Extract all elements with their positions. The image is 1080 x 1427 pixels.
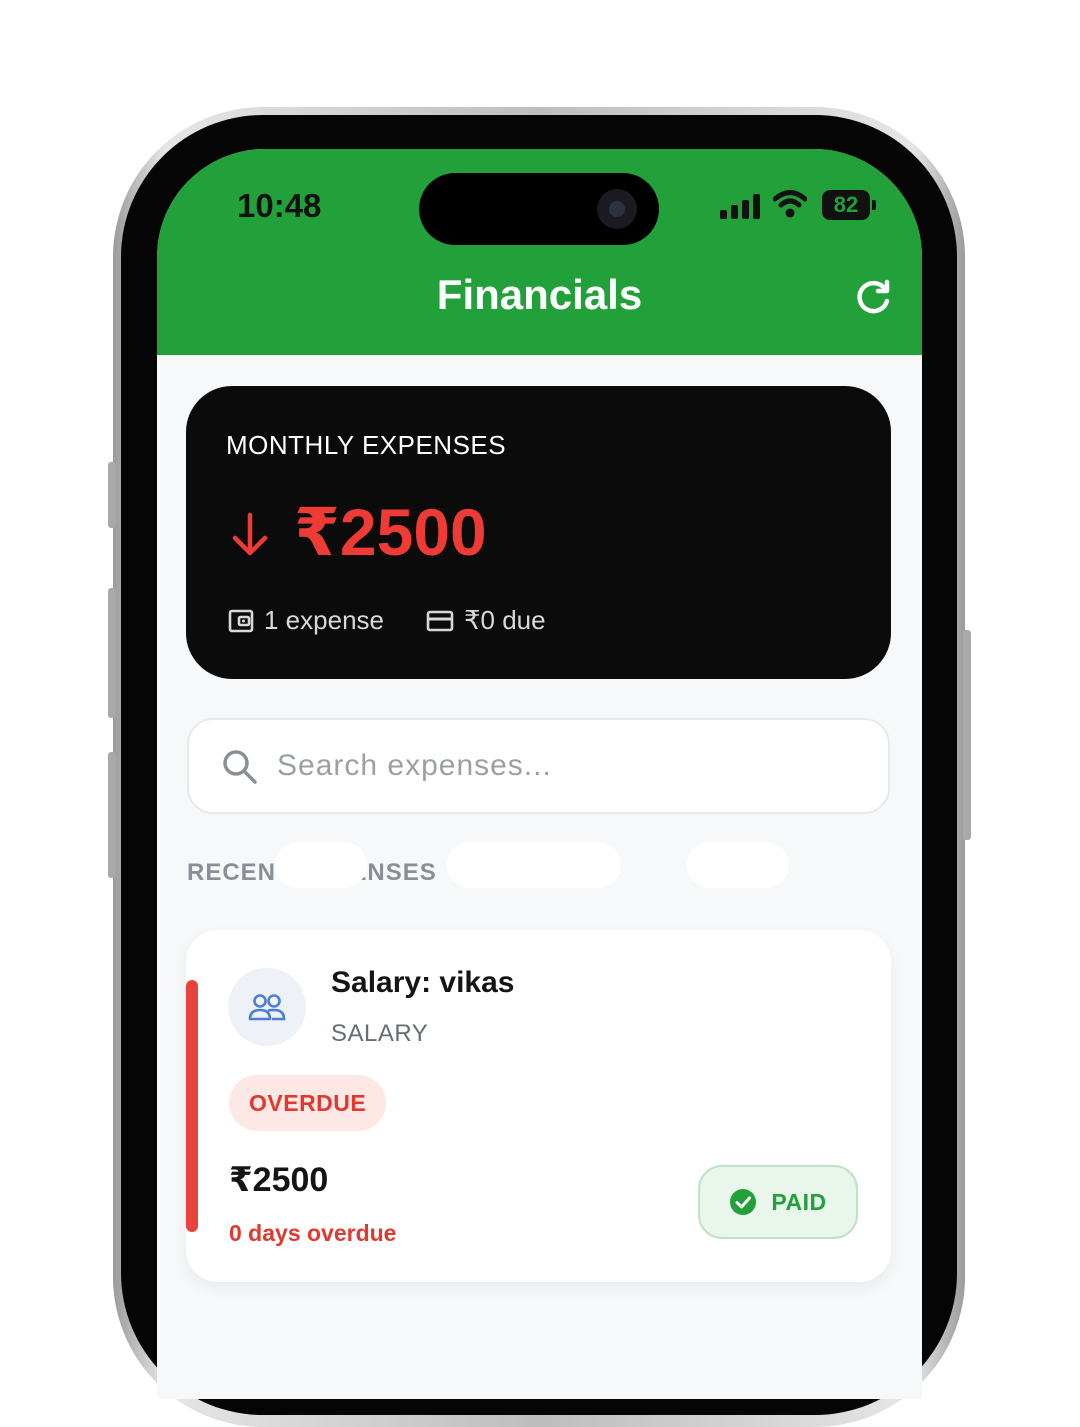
cellular-signal-icon (720, 193, 762, 219)
users-icon (248, 994, 286, 1021)
page-title: Financials (436, 271, 643, 318)
monthly-expenses-card: MONTHLY EXPENSES ₹2500 1 expense ₹0 due (186, 386, 891, 679)
expense-count-meta: 1 expense (228, 605, 384, 636)
wallet-icon (228, 609, 254, 632)
phone-mute-switch (108, 462, 116, 528)
status-time: 10:48 (237, 187, 322, 224)
expense-card[interactable]: Salary: vikas SALARY OVERDUE ₹2500 0 day… (186, 930, 891, 1282)
mark-paid-button[interactable]: PAID (698, 1165, 858, 1239)
check-circle-icon (730, 1189, 757, 1215)
expense-title: Salary: vikas (331, 966, 515, 999)
phone-power-button (963, 630, 971, 840)
expense-amount: ₹2500 (229, 1161, 329, 1199)
paid-button-label: PAID (771, 1188, 827, 1215)
expense-category: SALARY (331, 1020, 429, 1047)
phone-volume-down-button (108, 752, 116, 878)
app-header: 10:48 82 Financials (157, 149, 922, 355)
search-input[interactable] (277, 744, 857, 788)
dynamic-island (419, 173, 659, 245)
filter-chip[interactable] (687, 842, 789, 888)
phone-volume-up-button (108, 588, 116, 718)
overdue-accent-bar (186, 980, 198, 1232)
filter-chip[interactable] (447, 842, 621, 888)
category-avatar (228, 968, 306, 1046)
battery-terminal (872, 200, 876, 210)
camera-icon (597, 189, 637, 229)
filter-chip[interactable] (275, 842, 367, 888)
battery-indicator: 82 (822, 190, 870, 220)
due-meta: ₹0 due (426, 605, 546, 636)
credit-card-icon (426, 610, 454, 631)
due-amount: ₹0 due (464, 605, 546, 635)
arrow-down-icon (232, 512, 268, 556)
refresh-icon[interactable] (854, 277, 894, 317)
status-badge: OVERDUE (229, 1075, 387, 1131)
overdue-duration: 0 days overdue (229, 1220, 397, 1246)
search-icon (223, 750, 257, 784)
expense-count: 1 expense (264, 605, 384, 635)
total-amount: ₹2500 (294, 495, 487, 569)
summary-label: MONTHLY EXPENSES (226, 430, 507, 460)
app-screen: 10:48 82 Financials MONTHLY EXPENSES ₹25… (157, 149, 922, 1399)
search-box[interactable] (187, 718, 890, 814)
wifi-icon (773, 190, 807, 218)
